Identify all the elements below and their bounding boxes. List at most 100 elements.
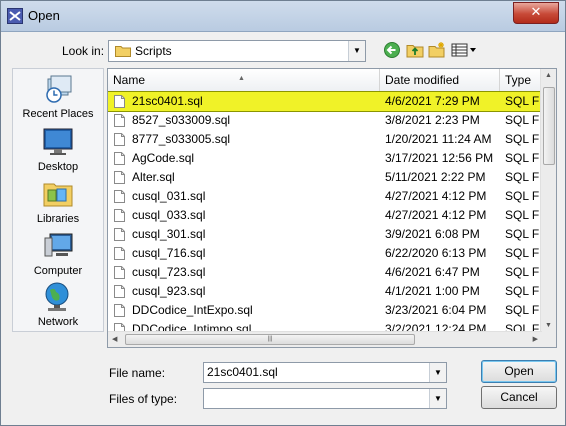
place-computer[interactable]: Computer [13, 230, 103, 277]
file-icon [114, 228, 125, 241]
computer-icon [44, 233, 73, 257]
file-date-cell: 5/11/2021 2:22 PM [385, 170, 486, 184]
file-name-cell: AgCode.sql [132, 151, 195, 165]
file-name-cell: cusql_301.sql [132, 227, 206, 241]
place-label: Recent Places [22, 108, 94, 120]
scroll-right-arrow[interactable]: ▶ [533, 335, 538, 343]
window-title: Open [28, 8, 60, 23]
file-list[interactable]: ▲ Name Date modified Type 21sc0401.sql 4/… [107, 68, 557, 348]
folder-icon [115, 46, 131, 57]
open-button[interactable]: Open [481, 360, 557, 383]
file-row[interactable]: cusql_033.sql 4/27/2021 4:12 PM SQL File [108, 206, 542, 225]
file-name-cell: cusql_923.sql [132, 284, 206, 298]
file-date-cell: 4/6/2021 6:47 PM [385, 265, 480, 279]
cancel-button[interactable]: Cancel [481, 386, 557, 409]
look-in-label: Look in: [62, 44, 105, 58]
file-name-cell: 21sc0401.sql [132, 94, 203, 108]
file-type-cell: SQL File [505, 132, 542, 146]
place-label: Network [37, 316, 79, 328]
scroll-up-arrow[interactable]: ▲ [545, 72, 552, 79]
file-name-cell: DDCodice_IntExpo.sql [132, 303, 253, 317]
chevron-down-icon[interactable]: ▼ [348, 41, 365, 61]
file-type-cell: SQL File [505, 189, 542, 203]
views-menu-icon[interactable] [451, 41, 477, 59]
vertical-scroll-thumb[interactable] [543, 87, 555, 165]
column-header-row: ▲ Name Date modified Type [108, 69, 542, 92]
title-bar[interactable]: Open ✕ [1, 1, 565, 32]
sort-ascending-icon: ▲ [238, 75, 245, 82]
file-date-cell: 4/27/2021 4:12 PM [385, 208, 487, 222]
file-row[interactable]: AgCode.sql 3/17/2021 12:56 PM SQL File [108, 149, 542, 168]
file-icon [114, 133, 125, 146]
file-row[interactable]: cusql_301.sql 3/9/2021 6:08 PM SQL File [108, 225, 542, 244]
horizontal-scroll-thumb[interactable]: ||| [125, 334, 415, 345]
network-icon [45, 282, 69, 311]
desktop-icon [43, 128, 73, 155]
back-icon[interactable] [383, 41, 401, 59]
scrollbar-corner [541, 332, 556, 347]
look-in-value: Scripts [135, 44, 172, 58]
file-row[interactable]: 8527_s033009.sql 3/8/2021 2:23 PM SQL File [108, 111, 542, 130]
chevron-down-icon[interactable]: ▼ [429, 389, 446, 408]
file-name-combobox[interactable]: ▼ [203, 362, 447, 383]
file-type-cell: SQL File [505, 170, 542, 184]
file-date-cell: 3/17/2021 12:56 PM [385, 151, 494, 165]
file-icon [114, 95, 125, 108]
horizontal-scrollbar[interactable]: ◀ ||| ▶ [108, 331, 542, 347]
file-row[interactable]: cusql_723.sql 4/6/2021 6:47 PM SQL File [108, 263, 542, 282]
file-icon [114, 247, 125, 260]
file-row[interactable]: Alter.sql 5/11/2021 2:22 PM SQL File [108, 168, 542, 187]
file-name-cell: Alter.sql [132, 170, 175, 184]
chevron-down-icon[interactable]: ▼ [429, 363, 446, 382]
file-icon [114, 266, 125, 279]
file-row[interactable]: DDCodice_IntExpo.sql 3/23/2021 6:04 PM SQL… [108, 301, 542, 320]
file-row[interactable]: cusql_716.sql 6/22/2020 6:13 PM SQL File [108, 244, 542, 263]
new-folder-icon[interactable] [428, 41, 446, 59]
place-label: Desktop [37, 161, 79, 173]
app-icon [7, 8, 23, 24]
file-icon [114, 152, 125, 165]
open-dialog: Open ✕ Look in: Scripts ▼ Recent Places … [0, 0, 566, 426]
file-row[interactable]: cusql_031.sql 4/27/2021 4:12 PM SQL File [108, 187, 542, 206]
file-name-cell: cusql_723.sql [132, 265, 206, 279]
places-bar: Recent Places Desktop Libraries Computer… [12, 68, 104, 332]
file-date-cell: 4/27/2021 4:12 PM [385, 189, 487, 203]
place-libraries[interactable]: Libraries [13, 178, 103, 225]
place-label: Computer [33, 265, 83, 277]
files-of-type-label: Files of type: [109, 392, 178, 406]
vertical-scrollbar[interactable]: ▲ ▼ [540, 69, 556, 332]
file-date-cell: 6/22/2020 6:13 PM [385, 246, 487, 260]
file-row[interactable]: 8777_s033005.sql 1/20/2021 11:24 AM SQL Fi… [108, 130, 542, 149]
place-label: Libraries [36, 213, 80, 225]
file-icon [114, 190, 125, 203]
file-row[interactable]: cusql_923.sql 4/1/2021 1:00 PM SQL File [108, 282, 542, 301]
file-name-cell: cusql_716.sql [132, 246, 206, 260]
place-network[interactable]: Network [13, 281, 103, 328]
column-header-date[interactable]: Date modified [380, 69, 500, 91]
look-in-combobox[interactable]: Scripts ▼ [108, 40, 366, 62]
file-type-cell: SQL File [505, 284, 542, 298]
files-of-type-combobox[interactable]: ▼ [203, 388, 447, 409]
recent-places-icon [46, 75, 72, 103]
file-row[interactable]: 21sc0401.sql 4/6/2021 7:29 PM SQL File [108, 91, 543, 112]
file-icon [114, 304, 125, 317]
file-type-cell: SQL File [505, 227, 542, 241]
up-folder-icon[interactable] [406, 41, 424, 59]
file-date-cell: 1/20/2021 11:24 AM [385, 132, 492, 146]
scroll-left-arrow[interactable]: ◀ [112, 335, 117, 343]
file-type-cell: SQL File [505, 113, 542, 127]
place-recent-places[interactable]: Recent Places [13, 73, 103, 120]
file-name-label: File name: [109, 366, 166, 380]
place-desktop[interactable]: Desktop [13, 126, 103, 173]
file-type-cell: SQL File [505, 208, 542, 222]
scroll-down-arrow[interactable]: ▼ [545, 322, 552, 329]
file-date-cell: 4/6/2021 7:29 PM [385, 94, 480, 108]
column-header-name[interactable]: ▲ Name [108, 69, 380, 91]
file-icon [114, 285, 125, 298]
close-button[interactable]: ✕ [513, 2, 559, 24]
file-type-cell: SQL File [505, 151, 542, 165]
file-date-cell: 3/9/2021 6:08 PM [385, 227, 480, 241]
file-icon [114, 114, 125, 127]
file-date-cell: 4/1/2021 1:00 PM [385, 284, 480, 298]
file-name-input[interactable] [207, 364, 423, 379]
